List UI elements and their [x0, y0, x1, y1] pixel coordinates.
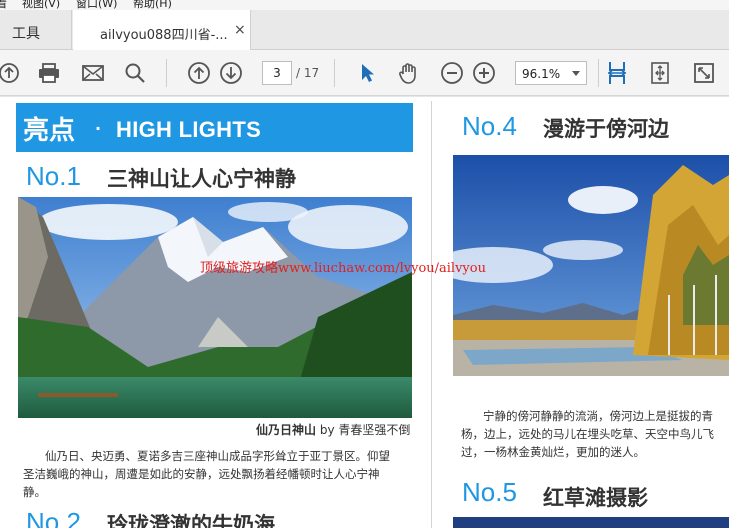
upload-icon[interactable]	[0, 60, 22, 86]
banner-title-en: HIGH LIGHTS	[116, 117, 262, 142]
mail-icon[interactable]	[80, 60, 106, 86]
riverside-photo	[453, 155, 729, 376]
page-down-icon[interactable]	[218, 60, 244, 86]
tab-document-title: ailvyou088四川省-...	[100, 28, 228, 43]
zoom-in-icon[interactable]	[471, 60, 497, 86]
highlights-banner: 亮点 · HIGH LIGHTS	[16, 103, 413, 152]
mountain-lake-photo	[18, 197, 412, 418]
section-number: No.2	[26, 507, 81, 528]
close-icon[interactable]: ×	[234, 22, 246, 38]
banner-dot: ·	[95, 119, 102, 138]
zoom-out-icon[interactable]	[439, 60, 465, 86]
toolbar	[0, 50, 729, 96]
fullscreen-icon[interactable]	[691, 60, 717, 86]
toolbar-separator	[334, 59, 335, 87]
section-title: 红草滩摄影	[543, 486, 648, 510]
select-arrow-icon[interactable]	[354, 60, 380, 86]
body-text-no4: 宁静的傍河静静的流淌，傍河边上是挺拔的青杨，边上，远处的马儿在埋头吃草、天空中鸟…	[461, 409, 714, 459]
caption-author: by 青春坚强不倒	[316, 423, 411, 437]
toolbar-separator	[598, 59, 599, 87]
red-grass-photo	[453, 517, 729, 528]
section-title: 漫游于傍河边	[543, 117, 669, 141]
toolbar-separator	[166, 59, 167, 87]
zoom-value: 96.1%	[522, 67, 561, 81]
hand-icon[interactable]	[396, 60, 422, 86]
menu-bar: 看 视图(V) 窗口(W) 帮助(H)	[0, 0, 729, 10]
page-up-icon[interactable]	[186, 60, 212, 86]
document-page[interactable]: 亮点 · HIGH LIGHTS No.1 三神山让人心宁神静 仙乃日神山 by…	[0, 97, 729, 528]
section-number: No.1	[26, 161, 81, 191]
tab-tools[interactable]: 工具	[0, 10, 72, 50]
banner-title-cn: 亮点	[23, 116, 76, 146]
section-title: 玲珑澄澈的牛奶海	[107, 513, 275, 528]
chevron-down-icon	[572, 71, 580, 76]
section-title: 三神山让人心宁神静	[107, 167, 296, 191]
section-number: No.4	[462, 111, 517, 141]
print-icon[interactable]	[36, 60, 62, 86]
watermark: 顶级旅游攻略www.liuchaw.com/lvyou/ailvyou	[200, 261, 486, 276]
page-total: / 17	[296, 66, 320, 80]
fit-width-icon[interactable]	[604, 60, 630, 86]
tab-document[interactable]: ailvyou088四川省-... ×	[73, 10, 251, 51]
body-text-no1: 仙乃日、央迈勇、夏诺多吉三座神山成品字形耸立于亚丁景区。仰望圣洁巍峨的神山，周遭…	[23, 449, 390, 499]
caption-location: 仙乃日神山	[256, 423, 317, 437]
column-divider	[431, 101, 432, 528]
search-icon[interactable]	[122, 60, 148, 86]
section-number: No.5	[462, 477, 517, 507]
tab-bar: 工具 ailvyou088四川省-... ×	[0, 10, 729, 51]
fit-page-icon[interactable]	[647, 60, 673, 86]
photo-caption: 仙乃日神山 by 青春坚强不倒	[256, 421, 410, 438]
zoom-select[interactable]: 96.1%	[515, 61, 587, 85]
pdf-viewer-window: 看 视图(V) 窗口(W) 帮助(H) 工具 ailvyou088四川省-...…	[0, 0, 729, 528]
page-number-input[interactable]: 3	[262, 61, 292, 85]
